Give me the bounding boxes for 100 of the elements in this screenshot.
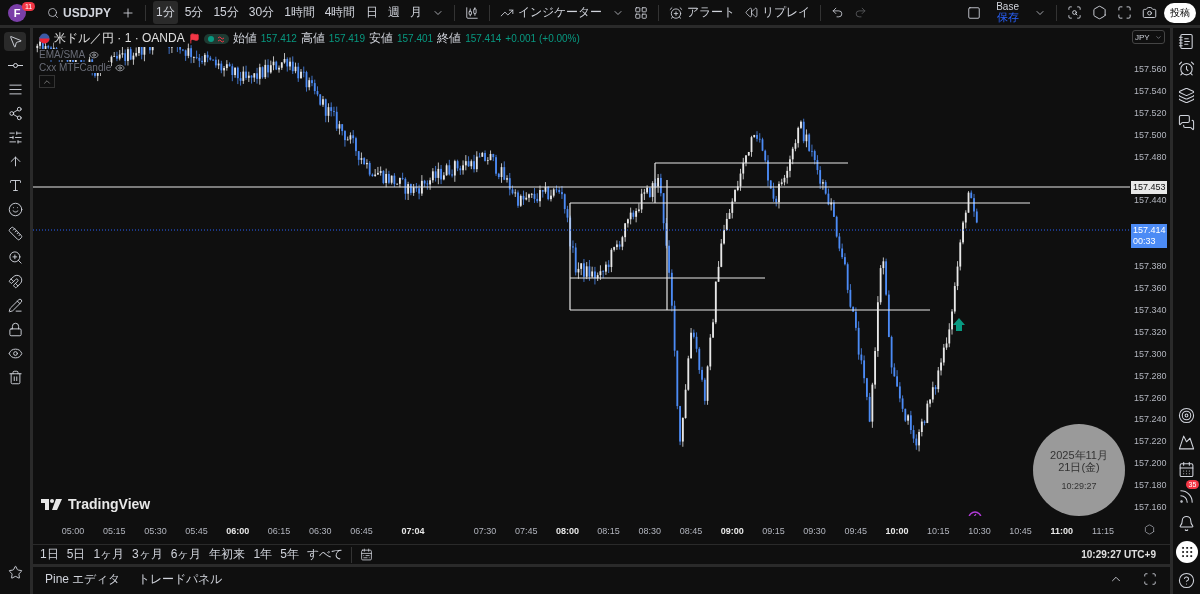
square-icon	[967, 5, 982, 20]
time-tick: 09:00	[720, 526, 744, 536]
range-button[interactable]: 1年	[250, 544, 276, 565]
alert-button[interactable]: アラート	[665, 1, 738, 24]
panel-tab[interactable]: Pine エディタ	[43, 568, 123, 590]
ohlc-label: 高値	[300, 30, 325, 47]
interval-button[interactable]: 1時間	[281, 1, 318, 24]
panel-tab[interactable]: トレードパネル	[136, 568, 225, 590]
vertical-line	[654, 162, 656, 204]
last-price-label: 157.414 00:33	[1131, 224, 1167, 248]
time-tick: 05:30	[144, 526, 167, 536]
calendar-icon	[1178, 461, 1195, 478]
interval-button[interactable]: 15分	[210, 1, 242, 24]
ohlc-label: 安値	[369, 30, 393, 47]
ohlc-label: 終値	[437, 30, 462, 47]
flag-icon[interactable]	[188, 33, 200, 44]
ohlc-value: 157.401	[397, 33, 434, 44]
arrow-up-icon	[7, 154, 23, 169]
candlestick-icon	[464, 5, 479, 20]
bell-icon	[1178, 515, 1195, 532]
settings-icon	[1144, 524, 1155, 535]
price-tick: 157.220	[1134, 436, 1167, 447]
user-avatar[interactable]: F	[8, 3, 26, 22]
pencil-icon	[7, 298, 23, 313]
apps-button[interactable]	[1175, 541, 1198, 563]
interval-button[interactable]: 週	[384, 1, 403, 24]
alarm-icon	[668, 5, 683, 20]
layout-save-button[interactable]: Base 保存	[988, 2, 1027, 23]
price-tick: 157.500	[1134, 129, 1167, 140]
ruler-icon	[7, 226, 23, 241]
logo-icon	[41, 498, 63, 510]
interval-button[interactable]: 日	[362, 1, 381, 24]
range-button[interactable]: 1ヶ月	[90, 544, 128, 565]
time-tick: 08:00	[555, 526, 579, 536]
time-tick: 06:15	[267, 526, 291, 536]
symbol-search[interactable]: USDJPY	[44, 2, 115, 23]
price-tick: 157.180	[1134, 480, 1167, 491]
time-tick: 10:45	[1009, 526, 1032, 536]
status-dot	[207, 35, 214, 42]
time-tick: 07:45	[514, 526, 538, 536]
interval-button[interactable]: 30分	[245, 1, 278, 24]
time-tick: 10:15	[926, 526, 950, 536]
cursor-tool[interactable]	[4, 32, 26, 51]
time-tick: 10:00	[885, 526, 909, 536]
price-tick: 157.160	[1134, 502, 1167, 512]
interval-button[interactable]: 5分	[181, 1, 207, 24]
currency-selector[interactable]: JPY	[1132, 30, 1165, 44]
price-tick: 157.440	[1134, 195, 1167, 206]
time-tick: 08:30	[638, 526, 662, 536]
time-tick: 10:30	[968, 526, 991, 536]
ohlc-value: 157.419	[328, 33, 365, 44]
grid-icon	[1179, 545, 1194, 559]
price-tick: 157.520	[1134, 107, 1167, 118]
range-button[interactable]: 5年	[277, 544, 302, 565]
chart-area[interactable]: 米ドル／円 · 1 · OANDA 始値 157.412 高値 157.419 安値 157.401 終値 157.414 +0.001 (+0.00%) EMA/SMA Cxx MTFCandle TradingView 2025年11月21日(金) 10:29:27	[33, 28, 1130, 516]
price-tick: 157.300	[1134, 348, 1167, 359]
lock-icon	[7, 322, 23, 337]
flag-icon	[39, 33, 50, 44]
indicator-name[interactable]: Cxx MTFCandle	[39, 62, 112, 73]
target-icon	[1178, 407, 1195, 424]
range-button[interactable]: 5日	[63, 544, 89, 565]
eye-icon	[115, 62, 126, 73]
time-tick: 09:45	[844, 526, 868, 536]
indicators-button[interactable]: インジケーター	[496, 1, 605, 24]
price-tick: 157.280	[1134, 370, 1167, 381]
text-icon	[7, 178, 23, 193]
clock-date: 2025年11月21日(金)	[1049, 449, 1109, 473]
range-button[interactable]: 6ヶ月	[167, 544, 205, 565]
indicator-name[interactable]: EMA/SMA	[39, 49, 86, 60]
range-button[interactable]: 3ヶ月	[129, 544, 166, 565]
smile-icon	[7, 202, 23, 217]
time-tick: 06:45	[350, 526, 373, 536]
eye-icon	[7, 346, 23, 361]
cursor-icon	[7, 34, 23, 49]
trash-icon	[7, 370, 23, 385]
range-button[interactable]: 1日	[37, 544, 62, 565]
time-tick: 07:04	[401, 526, 425, 536]
publish-button[interactable]: 投稿	[1164, 2, 1196, 23]
time-tick: 07:30	[473, 526, 497, 536]
current-time[interactable]: 10:29:27 UTC+9	[1081, 549, 1156, 560]
wave-icon	[216, 34, 225, 43]
interval-button[interactable]: 4時間	[321, 1, 359, 24]
sliders-icon	[7, 130, 23, 145]
range-button[interactable]: 年初来	[206, 544, 249, 565]
price-tick: 157.480	[1134, 151, 1167, 162]
range-button[interactable]: すべて	[303, 544, 346, 565]
market-status[interactable]	[203, 33, 229, 44]
rss-icon	[1178, 488, 1195, 505]
time-tick: 06:30	[308, 526, 332, 536]
price-tick: 157.380	[1134, 261, 1167, 272]
replay-button[interactable]: リプレイ	[741, 1, 813, 24]
interval-button[interactable]: 1分	[153, 1, 178, 24]
ohlc-value: 157.414	[465, 33, 502, 44]
time-tick: 11:15	[1092, 526, 1114, 536]
interval-button[interactable]: 月	[406, 1, 425, 24]
time-tick: 06:00	[226, 526, 250, 536]
price-tick: 157.540	[1134, 85, 1167, 96]
search-icon	[47, 6, 59, 19]
time-tick: 08:45	[679, 526, 703, 536]
ohlc-label: 始値	[232, 30, 257, 47]
